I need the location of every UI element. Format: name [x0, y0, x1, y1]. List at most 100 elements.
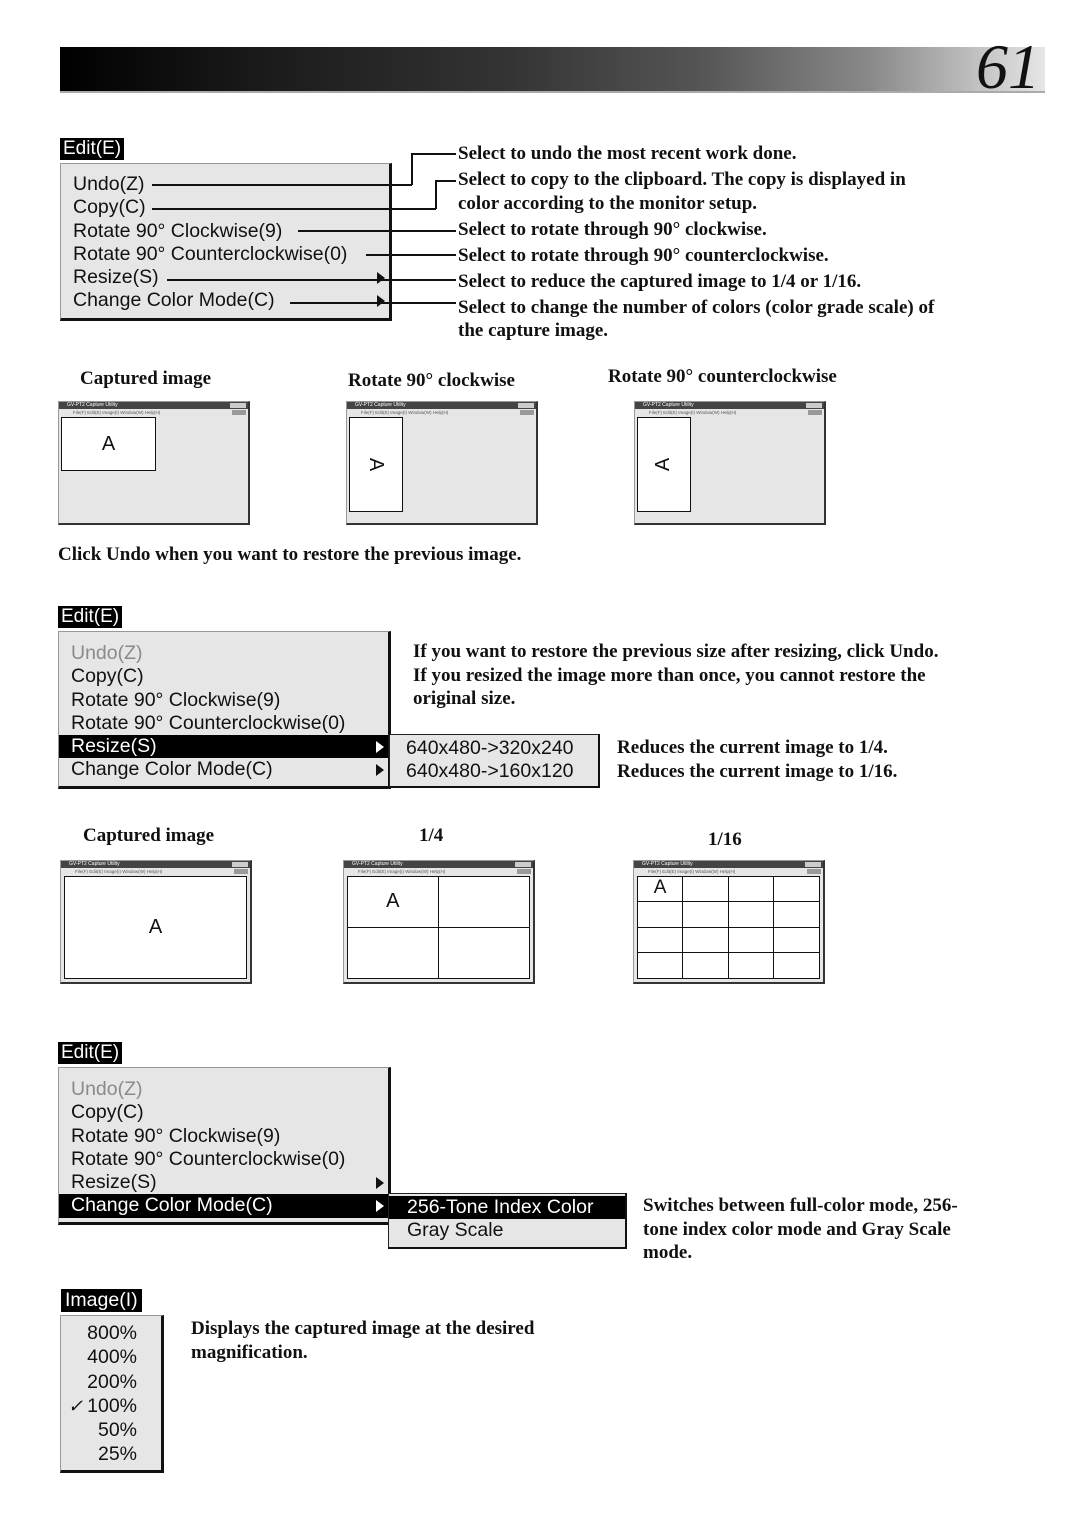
menu-item-label: Rotate 90° Counterclockwise(0)	[71, 711, 346, 734]
grid-cell	[773, 877, 819, 903]
menu-item-label: Resize(S)	[73, 266, 159, 289]
edit-menu-title[interactable]: Edit(E)	[60, 138, 125, 160]
menu-item-rotate-ccw[interactable]: Rotate 90° Counterclockwise(0)	[59, 712, 388, 735]
grid-cell	[773, 902, 819, 928]
zoom-item[interactable]: 25%	[61, 1442, 161, 1466]
color-mode-description: Switches between full-color mode, 256- t…	[643, 1194, 958, 1265]
submenu-item-160x120[interactable]: 640x480->160x120	[390, 760, 598, 783]
menu-item-undo[interactable]: Undo(Z)	[59, 642, 388, 665]
zoom-item[interactable]: ✓ 100%	[61, 1394, 161, 1418]
mini-window-menu: File(F) Edit(E) Image(I) Window(W) Help(…	[358, 869, 446, 874]
desc-undo: Select to undo the most recent work done…	[458, 143, 797, 164]
grid-cell	[683, 902, 729, 928]
edit-menu: Undo(Z) Copy(C) Rotate 90° Clockwise(9) …	[60, 163, 392, 321]
menu-item-label: Copy(C)	[73, 196, 146, 219]
zoom-item[interactable]: 50%	[61, 1418, 161, 1442]
menu-item-rotate-ccw[interactable]: Rotate 90° Counterclockwise(0)	[61, 243, 389, 266]
grid-cell	[774, 953, 819, 978]
zoom-item[interactable]: 800%	[61, 1321, 161, 1345]
menu-item-rotate-cw[interactable]: Rotate 90° Clockwise(9)	[59, 1125, 388, 1148]
edit-menu-title[interactable]: Edit(E)	[58, 1042, 123, 1064]
grid-cell	[438, 877, 529, 928]
menu-item-label: Copy(C)	[71, 665, 144, 688]
image-canvas: A	[349, 417, 403, 512]
desc-rotate-ccw: Select to rotate through 90° countercloc…	[458, 244, 829, 266]
image-menu-title[interactable]: Image(I)	[61, 1289, 142, 1312]
menu-item-copy[interactable]: Copy(C)	[59, 1101, 388, 1124]
submenu-item-gray-scale[interactable]: Gray Scale	[389, 1219, 625, 1242]
image-glyph: A	[386, 890, 400, 913]
menu-item-change-color-mode[interactable]: Change Color Mode(C)	[59, 758, 388, 781]
submenu-arrow-icon	[376, 764, 384, 777]
menu-item-label: Resize(S)	[71, 735, 157, 758]
menu-item-label: Change Color Mode(C)	[73, 289, 275, 312]
menu-item-resize[interactable]: Resize(S)	[61, 266, 389, 289]
image-grid-4x4: A	[637, 876, 820, 979]
grid-cell	[683, 877, 729, 903]
menu-item-undo[interactable]: Undo(Z)	[59, 1078, 388, 1101]
grid-cell	[773, 928, 819, 953]
zoom-item-label: 100%	[87, 1394, 137, 1417]
mini-window-title: GV-PT2 Capture Utility	[642, 861, 693, 867]
menu-item-resize[interactable]: Resize(S)	[59, 1171, 388, 1194]
submenu-arrow-icon	[376, 741, 384, 754]
grid-cell	[638, 927, 684, 953]
desc-rotate-cw: Select to rotate through 90° clockwise.	[458, 218, 767, 240]
zoom-item-label: 400%	[87, 1346, 137, 1369]
mini-window-title: GV-PT2 Capture Utility	[352, 861, 403, 867]
desc-resize: Select to reduce the captured image to 1…	[458, 270, 862, 292]
grid-cell	[439, 928, 530, 979]
image-glyph: A	[101, 432, 116, 455]
mini-window-menu: File(F) Edit(E) Image(I) Window(W) Help(…	[648, 869, 736, 874]
image-canvas: A	[61, 417, 156, 471]
mini-window-sixteenth: GV-PT2 Capture Utility File(F) Edit(E) I…	[633, 860, 825, 984]
menu-item-change-color-mode[interactable]: Change Color Mode(C)	[59, 1194, 388, 1218]
submenu-item-320x240[interactable]: 640x480->320x240	[390, 737, 598, 760]
submenu-item-256-tone[interactable]: 256-Tone Index Color	[389, 1196, 625, 1220]
desc-line: Displays the captured image at the desir…	[191, 1318, 535, 1339]
menu-item-label: Copy(C)	[71, 1101, 144, 1124]
menu-item-label: Rotate 90° Counterclockwise(0)	[73, 242, 348, 265]
menu-item-rotate-cw[interactable]: Rotate 90° Clockwise(9)	[59, 689, 388, 712]
description-list: Select to undo the most recent work done…	[458, 142, 934, 343]
caption-captured-image: Captured image	[80, 368, 212, 389]
intro-line: If you resized the image more than once,…	[413, 664, 926, 686]
mini-window-title: GV-PT2 Capture Utility	[643, 402, 694, 408]
zoom-item[interactable]: 400%	[61, 1345, 161, 1369]
menu-item-label: Rotate 90° Clockwise(9)	[71, 688, 281, 711]
image-grid-2x2: A	[347, 876, 530, 979]
menu-item-label: Undo(Z)	[73, 173, 145, 195]
resize-submenu: 640x480->320x240 640x480->160x120	[389, 734, 600, 788]
mini-window-menu: File(F) Edit(E) Image(I) Window(W) Help(…	[75, 869, 163, 874]
caption-rotate-cw: Rotate 90° clockwise	[348, 370, 515, 391]
page-number: 61	[976, 31, 1040, 102]
mini-window-quarter: GV-PT2 Capture Utility File(F) Edit(E) I…	[343, 860, 535, 984]
menu-item-label: Rotate 90° Clockwise(9)	[71, 1124, 281, 1147]
grid-cell: A	[638, 877, 684, 903]
desc-color-mode-cont: the capture image.	[458, 320, 609, 341]
menu-item-label: Resize(S)	[71, 1171, 157, 1194]
menu-item-resize[interactable]: Resize(S)	[59, 735, 388, 759]
submenu-item-label: 640x480->160x120	[406, 760, 574, 783]
zoom-item-label: 800%	[87, 1322, 137, 1344]
menu-item-label: Undo(Z)	[71, 642, 143, 664]
image-zoom-menu: 800% 400% 200% ✓ 100% 50% 25%	[60, 1315, 164, 1473]
menu-item-copy[interactable]: Copy(C)	[59, 665, 388, 688]
zoom-item[interactable]: 200%	[61, 1370, 161, 1394]
grid-cell	[729, 952, 774, 978]
menu-item-rotate-ccw[interactable]: Rotate 90° Counterclockwise(0)	[59, 1148, 388, 1171]
desc-copy: Select to copy to the clipboard. The cop…	[458, 169, 906, 190]
grid-cell	[683, 927, 729, 953]
edit-menu-title[interactable]: Edit(E)	[58, 606, 123, 628]
mini-window-menu: File(F) Edit(E) Image(I) Window(W) Help(…	[361, 410, 449, 415]
resize-intro: If you want to restore the previous size…	[413, 640, 938, 711]
checkmark-icon: ✓	[68, 1395, 84, 1416]
desc-color-mode: Select to change the number of colors (c…	[458, 296, 935, 318]
grid-cell: A	[348, 877, 439, 928]
desc-line: tone index color mode and Gray Scale	[643, 1218, 951, 1240]
mini-window-rotated-ccw: GV-PT2 Capture Utility File(F) Edit(E) I…	[634, 401, 826, 525]
desc-line: magnification.	[191, 1341, 308, 1363]
submenu-item-label: 256-Tone Index Color	[407, 1196, 594, 1218]
color-mode-submenu: 256-Tone Index Color Gray Scale	[388, 1193, 627, 1249]
image-glyph: A	[652, 457, 675, 472]
